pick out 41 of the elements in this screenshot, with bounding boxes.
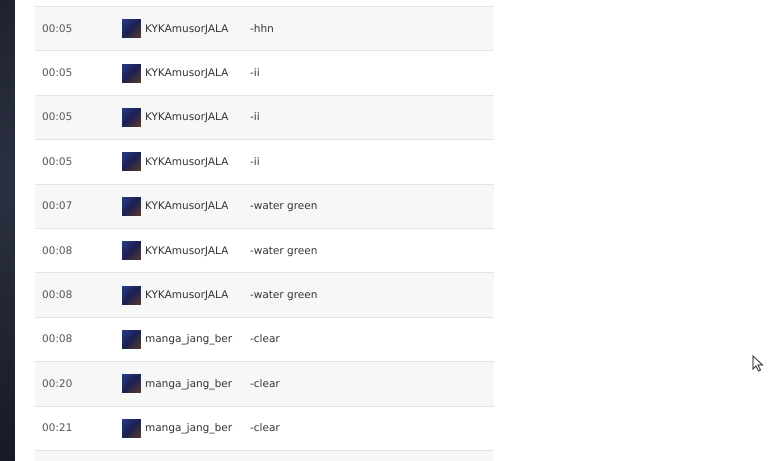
timestamp: 00:08 xyxy=(41,289,74,302)
username: KYKAmusorJALA xyxy=(145,67,230,80)
chat-message: -hhn xyxy=(250,22,274,35)
avatar-image xyxy=(122,196,141,216)
username: manga_jang_ber xyxy=(145,422,234,434)
chat-message: -water green xyxy=(250,200,318,212)
avatar-image xyxy=(122,418,141,438)
chat-message: -clear xyxy=(250,378,280,390)
username: KYKAmusorJALA xyxy=(145,200,230,212)
chat-message: -clear xyxy=(250,422,280,434)
avatar-image xyxy=(122,19,141,38)
timestamp: 00:08 xyxy=(41,244,74,257)
timestamp: 00:08 xyxy=(41,333,74,346)
username: KYKAmusorJALA xyxy=(145,289,230,302)
chat-message: -ii xyxy=(250,67,260,80)
chat-message: -ii xyxy=(250,111,260,124)
username: KYKAmusorJALA xyxy=(145,111,230,124)
timestamp: 00:05 xyxy=(41,67,74,80)
timestamp: 00:07 xyxy=(41,200,74,212)
username: manga_jang_ber xyxy=(145,333,234,346)
username: KYKAmusorJALA xyxy=(145,22,230,35)
avatar-image xyxy=(122,241,141,260)
avatar-image xyxy=(122,286,141,305)
avatar-image xyxy=(122,108,141,127)
username: KYKAmusorJALA xyxy=(145,156,230,168)
avatar-image xyxy=(122,374,141,394)
username: KYKAmusorJALA xyxy=(145,244,230,257)
chat-message: -ii xyxy=(250,156,260,168)
avatar-image xyxy=(122,64,141,83)
username: manga_jang_ber xyxy=(145,378,234,390)
chat-message: -clear xyxy=(250,333,280,346)
timestamp: 00:21 xyxy=(41,422,74,434)
timestamp: 00:05 xyxy=(41,156,74,168)
timestamp: 00:05 xyxy=(41,111,74,124)
mouse-pointer-icon xyxy=(752,355,764,372)
timestamp: 00:20 xyxy=(41,378,74,390)
avatar-image xyxy=(122,152,141,172)
chat-message: -water green xyxy=(250,289,318,302)
chat-message: -water green xyxy=(250,244,318,257)
avatar-image xyxy=(122,330,141,349)
timestamp: 00:05 xyxy=(41,22,74,35)
